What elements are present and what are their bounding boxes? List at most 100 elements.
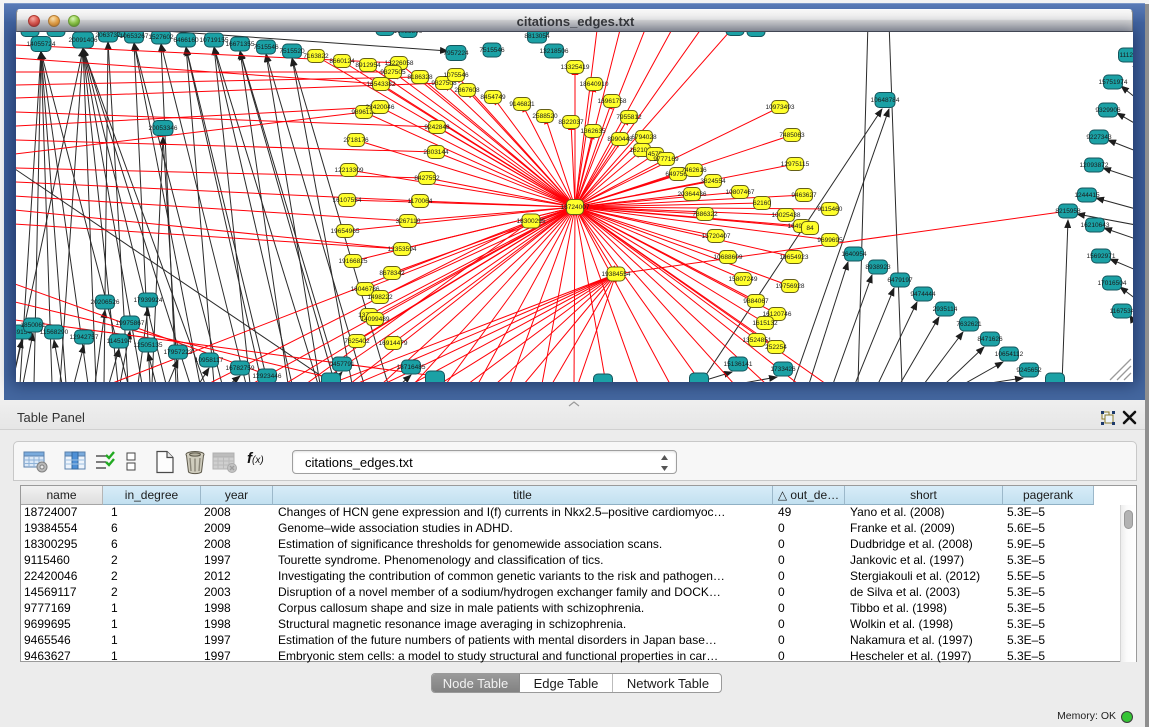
svg-text:15692971: 15692971 xyxy=(1087,253,1116,260)
svg-text:19654923: 19654923 xyxy=(780,254,809,261)
svg-text:1498222: 1498222 xyxy=(367,294,393,301)
svg-text:8678342: 8678342 xyxy=(379,270,405,277)
svg-text:10025438: 10025438 xyxy=(772,212,801,219)
svg-text:1075546: 1075546 xyxy=(443,72,469,79)
svg-text:7515546: 7515546 xyxy=(253,44,279,51)
svg-text:12093872: 12093872 xyxy=(1080,162,1109,169)
svg-text:3267110: 3267110 xyxy=(396,218,421,225)
svg-text:252254: 252254 xyxy=(765,344,787,351)
svg-text:1733426: 1733426 xyxy=(770,366,796,373)
svg-text:14055724: 14055724 xyxy=(27,41,56,48)
svg-text:16033809: 16033809 xyxy=(394,32,423,35)
svg-text:84: 84 xyxy=(806,225,814,232)
svg-text:3824554: 3824554 xyxy=(700,178,726,185)
svg-text:1244415: 1244415 xyxy=(1074,192,1100,199)
svg-text:16107554: 16107554 xyxy=(333,197,362,204)
svg-text:2063737: 2063737 xyxy=(95,32,121,39)
svg-text:9329906: 9329906 xyxy=(1095,107,1121,114)
svg-text:1527602: 1527602 xyxy=(148,34,174,41)
svg-text:9884067: 9884067 xyxy=(743,298,769,305)
svg-text:20206526: 20206526 xyxy=(91,299,120,306)
svg-text:9146821: 9146821 xyxy=(509,101,535,108)
svg-text:11120: 11120 xyxy=(1119,52,1133,59)
svg-text:7485063: 7485063 xyxy=(779,132,805,139)
svg-text:15720407: 15720407 xyxy=(702,233,731,240)
svg-text:1145194: 1145194 xyxy=(107,338,132,345)
svg-text:20364436: 20364436 xyxy=(678,191,707,198)
svg-text:8186328: 8186328 xyxy=(407,74,433,81)
svg-text:10688609: 10688609 xyxy=(714,254,743,261)
svg-text:18300295: 18300295 xyxy=(517,218,546,225)
svg-text:18724007: 18724007 xyxy=(561,204,590,211)
svg-text:7515546: 7515546 xyxy=(479,47,505,54)
svg-text:19166825: 19166825 xyxy=(339,258,368,265)
svg-text:13218506: 13218506 xyxy=(540,48,569,55)
svg-text:8990448: 8990448 xyxy=(607,136,633,143)
svg-text:16210643: 16210643 xyxy=(1081,222,1110,229)
svg-text:22420046: 22420046 xyxy=(366,104,395,111)
svg-text:8471626: 8471626 xyxy=(977,336,1003,343)
svg-text:10719155: 10719155 xyxy=(200,37,229,44)
svg-text:15136141: 15136141 xyxy=(724,361,753,368)
svg-text:7632621: 7632621 xyxy=(956,321,982,328)
svg-text:14099489: 14099489 xyxy=(361,316,390,323)
svg-text:6794028: 6794028 xyxy=(631,134,657,141)
svg-text:7515520: 7515520 xyxy=(279,48,305,55)
svg-text:9457791: 9457791 xyxy=(329,361,355,368)
svg-text:16543382: 16543382 xyxy=(367,81,396,88)
svg-text:10648784: 10648784 xyxy=(871,97,900,104)
svg-text:1362635: 1362635 xyxy=(580,128,606,135)
svg-text:20053346: 20053346 xyxy=(149,125,178,132)
svg-text:19654965: 19654965 xyxy=(331,228,360,235)
svg-text:15807249: 15807249 xyxy=(729,276,758,283)
svg-text:9463627: 9463627 xyxy=(791,192,817,199)
svg-text:2935114: 2935114 xyxy=(933,306,958,313)
svg-text:8938923: 8938923 xyxy=(865,264,891,271)
svg-text:8912954: 8912954 xyxy=(355,62,381,69)
svg-text:6479197: 6479197 xyxy=(887,277,913,284)
svg-text:7462616: 7462616 xyxy=(681,167,707,174)
svg-text:8660124: 8660124 xyxy=(329,58,355,65)
svg-text:12942757: 12942757 xyxy=(70,334,99,341)
svg-text:16961758: 16961758 xyxy=(598,98,627,105)
svg-text:17939924: 17939924 xyxy=(134,297,163,304)
svg-text:13325419: 13325419 xyxy=(561,64,590,71)
svg-text:12923446: 12923446 xyxy=(253,373,282,380)
svg-text:2718176: 2718176 xyxy=(343,137,369,144)
svg-text:2803144: 2803144 xyxy=(423,149,449,156)
svg-text:2867608: 2867608 xyxy=(454,87,480,94)
svg-text:16782759: 16782759 xyxy=(226,365,255,372)
svg-text:1615132: 1615132 xyxy=(752,320,778,327)
svg-text:9699695: 9699695 xyxy=(817,237,843,244)
svg-text:17957223: 17957223 xyxy=(164,349,193,356)
svg-text:1167534: 1167534 xyxy=(1110,308,1133,315)
svg-text:19975867: 19975867 xyxy=(116,320,145,327)
svg-text:10807467: 10807467 xyxy=(726,189,755,196)
svg-text:9227343: 9227343 xyxy=(1086,134,1112,141)
svg-text:19756928: 19756928 xyxy=(776,283,805,290)
svg-text:9327505: 9327505 xyxy=(380,69,406,76)
svg-text:2588520: 2588520 xyxy=(532,113,558,120)
svg-text:7955812: 7955812 xyxy=(616,114,642,121)
svg-text:8454749: 8454749 xyxy=(480,94,506,101)
svg-text:8322037: 8322037 xyxy=(558,119,584,126)
svg-text:12213309: 12213309 xyxy=(335,167,364,174)
svg-text:8813054: 8813054 xyxy=(524,33,550,40)
svg-text:10653267: 10653267 xyxy=(120,33,149,40)
svg-text:8427552: 8427552 xyxy=(414,175,440,182)
svg-text:7886322: 7886322 xyxy=(692,211,718,218)
svg-text:10973493: 10973493 xyxy=(766,104,795,111)
svg-text:1850061: 1850061 xyxy=(20,322,46,329)
svg-text:10958117: 10958117 xyxy=(195,357,224,364)
svg-text:13716485: 13716485 xyxy=(397,364,426,371)
svg-text:17016504: 17016504 xyxy=(1098,280,1127,287)
svg-text:16914479: 16914479 xyxy=(379,340,408,347)
svg-text:1170064: 1170064 xyxy=(408,198,433,205)
svg-text:12505135: 12505135 xyxy=(134,342,163,349)
svg-text:1640954: 1640954 xyxy=(841,251,867,258)
svg-text:9115460: 9115460 xyxy=(818,206,843,213)
svg-text:18640910: 18640910 xyxy=(580,81,609,88)
svg-text:9474444: 9474444 xyxy=(910,291,936,298)
svg-text:7957224: 7957224 xyxy=(443,50,469,57)
svg-text:9242848: 9242848 xyxy=(424,124,450,131)
